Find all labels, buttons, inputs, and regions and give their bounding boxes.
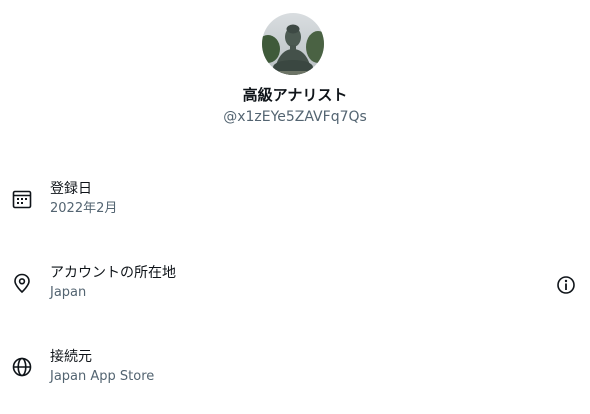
detail-title: 登録日	[50, 181, 92, 197]
location-pin-icon	[12, 273, 32, 294]
info-icon[interactable]	[556, 275, 576, 295]
detail-value: Japan	[50, 285, 87, 300]
detail-title: 接続元	[50, 349, 92, 365]
detail-row-location: アカウントの所在地 Japan	[0, 263, 590, 307]
globe-icon	[12, 357, 32, 377]
user-handle: @x1zEYe5ZAVFq7Qs	[223, 109, 367, 125]
display-name: 高級アナリスト	[242, 86, 348, 104]
avatar[interactable]	[262, 13, 324, 75]
avatar-image	[262, 13, 324, 75]
detail-row-joined: 登録日 2022年2月	[0, 179, 590, 223]
detail-title: アカウントの所在地	[50, 265, 176, 281]
calendar-icon	[12, 189, 32, 209]
detail-value: 2022年2月	[50, 201, 118, 216]
detail-value: Japan App Store	[50, 369, 155, 384]
detail-row-connected-via: 接続元 Japan App Store	[0, 347, 590, 391]
